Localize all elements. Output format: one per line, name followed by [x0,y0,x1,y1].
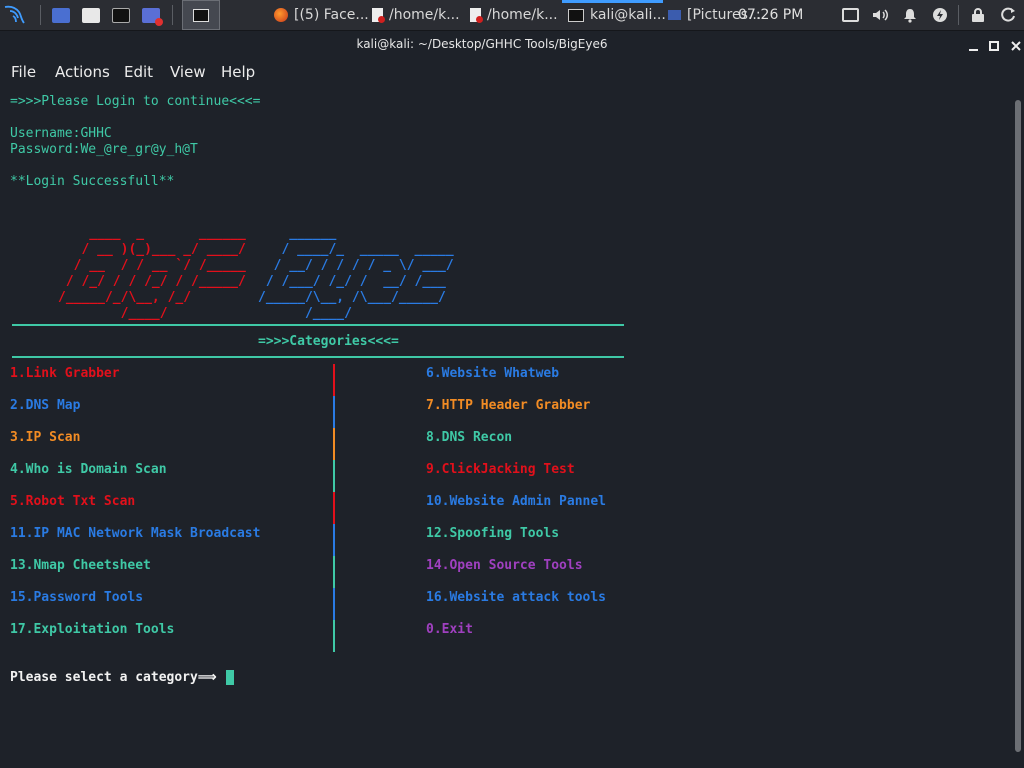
task-file-2[interactable]: /home/k... [470,0,558,30]
select-category-prompt: Please select a category⟹ [10,670,217,685]
banner-line: / /___/ /_/ / __/ /___ [258,274,478,289]
separator-segment [333,364,335,396]
menu-file[interactable]: File [11,63,36,81]
maximize-icon[interactable] [987,39,1001,53]
category-item: 10.Website Admin Pannel [426,494,607,509]
category-item: 15.Password Tools [10,590,144,605]
taskbar-separator [172,5,173,25]
file-icon [470,8,483,23]
separator-segment [333,588,335,620]
menu-bar: File Actions Edit View Help [0,59,1024,85]
banner-line: / __/ / / / / _ \/ ___/ [258,258,478,273]
menu-view[interactable]: View [170,63,206,81]
taskbar-separator [958,5,959,25]
minimize-icon[interactable] [966,39,980,53]
username-line: Username:GHHC [10,126,112,141]
taskbar: [(5) Face... /home/k... /home/k... kali@… [0,0,1024,31]
display-icon[interactable] [839,0,861,30]
banner-line: /____/ [58,306,239,321]
banner-line: / /_/ / / /_/ / /_____/ [58,274,246,289]
workspace-terminal-icon[interactable] [182,0,220,30]
separator-segment [333,556,335,588]
category-item: 13.Nmap Cheetsheet [10,558,151,573]
category-item: 3.IP Scan [10,430,81,445]
banner-line: ______ [258,226,478,241]
separator-segment [333,428,335,460]
notification-bell-icon[interactable] [899,0,921,30]
firefox-icon [274,8,288,22]
banner-line: / ____/_ _____ _____ [258,242,478,257]
terminal-cursor[interactable] [226,670,234,685]
category-item: 12.Spoofing Tools [426,526,560,541]
banner-line: /____/ [258,306,470,321]
power-manager-icon[interactable] [929,0,951,30]
category-item: 11.IP MAC Network Mask Broadcast [10,526,261,541]
task-label: /home/k... [389,7,460,23]
show-desktop-icon[interactable] [50,0,72,30]
folder-icon [668,10,681,20]
volume-icon[interactable] [869,0,891,30]
category-item: 2.DNS Map [10,398,81,413]
clock[interactable]: 07:26 PM [738,0,803,30]
categories-header: =>>>Categories<<<= [258,334,399,349]
login-prompt: =>>>Please Login to continue<<<= [10,94,261,109]
category-item: 4.Who is Domain Scan [10,462,167,477]
close-icon[interactable] [1009,39,1023,53]
task-file-1[interactable]: /home/k... [372,0,460,30]
separator-segment [333,492,335,524]
category-item: 6.Website Whatweb [426,366,560,381]
scrollbar-thumb[interactable] [1015,100,1021,752]
category-item: 17.Exploitation Tools [10,622,175,637]
category-item: 0.Exit [426,622,473,637]
task-label: /home/k... [487,7,558,23]
banner-line: /_____/\__, /\___/_____/ [258,290,470,305]
file-icon [372,8,385,23]
login-success-message: **Login Successfull** [10,174,175,189]
divider-line [12,356,624,358]
category-item: 7.HTTP Header Grabber [426,398,591,413]
category-item: 8.DNS Recon [426,430,513,445]
separator-segment [333,524,335,556]
password-line: Password:We_@re_gr@y_h@T [10,142,198,157]
terminal-launcher-icon[interactable] [110,0,132,30]
banner-line: /_____/_/\__, /_/ [58,290,239,305]
category-item: 1.Link Grabber [10,366,120,381]
separator-segment [333,460,335,492]
menu-actions[interactable]: Actions [55,63,110,81]
banner-line: ____ _ ______ [58,226,246,241]
menu-help[interactable]: Help [221,63,255,81]
category-item: 5.Robot Txt Scan [10,494,136,509]
category-item: 14.Open Source Tools [426,558,583,573]
separator-segment [333,620,335,652]
task-label: kali@kali... [590,7,666,23]
separator-segment [333,396,335,428]
terminal-icon [568,8,584,22]
logout-icon[interactable] [998,0,1020,30]
lock-icon[interactable] [967,0,989,30]
taskbar-separator [40,5,41,25]
screen-recorder-icon[interactable] [140,0,163,30]
banner-line: / __ )(_)___ _/ ____/ [58,242,246,257]
task-firefox[interactable]: [(5) Face... [274,0,369,30]
kali-menu-icon[interactable] [2,0,28,30]
menu-edit[interactable]: Edit [124,63,153,81]
task-terminal[interactable]: kali@kali... [568,0,666,30]
category-item: 9.ClickJacking Test [426,462,575,477]
task-label: [(5) Face... [294,7,369,23]
window-titlebar[interactable]: kali@kali: ~/Desktop/GHHC Tools/BigEye6 [0,31,1024,59]
category-item: 16.Website attack tools [426,590,607,605]
window-title: kali@kali: ~/Desktop/GHHC Tools/BigEye6 [356,37,608,51]
divider-line [12,324,624,326]
banner-line: / __ / / __ `/ /_____ [58,258,246,273]
file-manager-icon[interactable] [80,0,102,30]
